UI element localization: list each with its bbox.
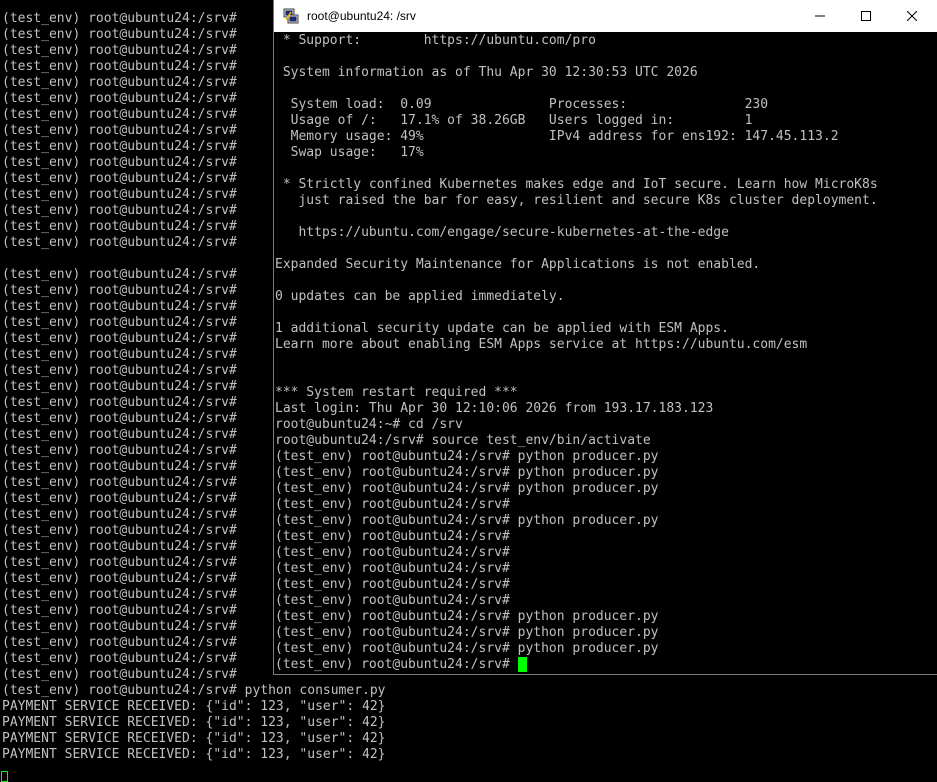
terminal-line: (test_env) root@ubuntu24:/srv# python co… [2, 683, 386, 698]
window-title: root@ubuntu24: /srv [307, 9, 416, 23]
terminal-line: (test_env) root@ubuntu24:/srv# [275, 529, 510, 544]
terminal-line: Last login: Thu Apr 30 12:10:06 2026 fro… [275, 401, 714, 416]
terminal-line: PAYMENT SERVICE RECEIVED: {"id": 123, "u… [2, 715, 386, 730]
terminal-line: (test_env) root@ubuntu24:/srv# [275, 593, 510, 608]
terminal-line: https://ubuntu.com/engage/secure-kuberne… [275, 225, 729, 240]
scrollbar[interactable] [915, 33, 937, 674]
terminal-line: (test_env) root@ubuntu24:/srv# python pr… [275, 449, 659, 464]
terminal-line: Usage of /: 17.1% of 38.26GB Users logge… [275, 113, 753, 128]
terminal-line: * Strictly confined Kubernetes makes edg… [275, 177, 878, 192]
terminal-line: (test_env) root@ubuntu24:/srv# [275, 545, 510, 560]
terminal-line: 1 additional security update can be appl… [275, 321, 729, 336]
foreground-terminal-output: * Support: https://ubuntu.com/pro System… [275, 33, 878, 673]
close-icon [907, 11, 917, 21]
close-button[interactable] [889, 0, 935, 32]
terminal-line: System load: 0.09 Processes: 230 [275, 97, 769, 112]
terminal-line: root@ubuntu24:/srv# source test_env/bin/… [275, 433, 651, 448]
terminal-line: just raised the bar for easy, resilient … [275, 193, 878, 208]
putty-window[interactable]: root@ubuntu24: /srv * Support: https://u… [273, 0, 937, 675]
maximize-icon [861, 11, 871, 21]
background-terminal-cursor [1, 771, 8, 782]
terminal-line: *** System restart required *** [275, 385, 518, 400]
title-bar[interactable]: root@ubuntu24: /srv [274, 0, 937, 32]
terminal-line: PAYMENT SERVICE RECEIVED: {"id": 123, "u… [2, 731, 386, 746]
minimize-button[interactable] [797, 0, 843, 32]
minimize-icon [815, 15, 825, 17]
maximize-button[interactable] [843, 0, 889, 32]
terminal-line: PAYMENT SERVICE RECEIVED: {"id": 123, "u… [2, 747, 386, 762]
terminal-line: Learn more about enabling ESM Apps servi… [275, 337, 808, 352]
terminal-line: (test_env) root@ubuntu24:/srv# python pr… [275, 625, 659, 640]
terminal-line: * Support: https://ubuntu.com/pro [275, 33, 596, 48]
terminal-line: (test_env) root@ubuntu24:/srv# python pr… [275, 609, 659, 624]
terminal-line: (test_env) root@ubuntu24:/srv# [275, 497, 510, 512]
terminal-line: (test_env) root@ubuntu24:/srv# [275, 561, 510, 576]
terminal-line: Memory usage: 49% IPv4 address for ens19… [275, 129, 839, 144]
terminal-line: 0 updates can be applied immediately. [275, 289, 565, 304]
terminal-line: Swap usage: 17% [275, 145, 424, 160]
terminal-line: (test_env) root@ubuntu24:/srv# python pr… [275, 513, 659, 528]
terminal-line: PAYMENT SERVICE RECEIVED: {"id": 123, "u… [2, 699, 386, 714]
terminal-line: (test_env) root@ubuntu24:/srv# python pr… [275, 481, 659, 496]
putty-icon [283, 8, 299, 24]
terminal-line: Expanded Security Maintenance for Applic… [275, 257, 761, 272]
foreground-terminal[interactable]: * Support: https://ubuntu.com/pro System… [274, 33, 915, 674]
current-prompt-line[interactable]: (test_env) root@ubuntu24:/srv# [275, 657, 878, 673]
terminal-cursor [517, 657, 527, 672]
current-prompt: (test_env) root@ubuntu24:/srv# [275, 657, 518, 672]
terminal-line: (test_env) root@ubuntu24:/srv# python pr… [275, 641, 659, 656]
terminal-line: root@ubuntu24:~# cd /srv [275, 417, 463, 432]
terminal-line: System information as of Thu Apr 30 12:3… [275, 65, 698, 80]
terminal-line: (test_env) root@ubuntu24:/srv# python pr… [275, 465, 659, 480]
terminal-line: (test_env) root@ubuntu24:/srv# [275, 577, 510, 592]
